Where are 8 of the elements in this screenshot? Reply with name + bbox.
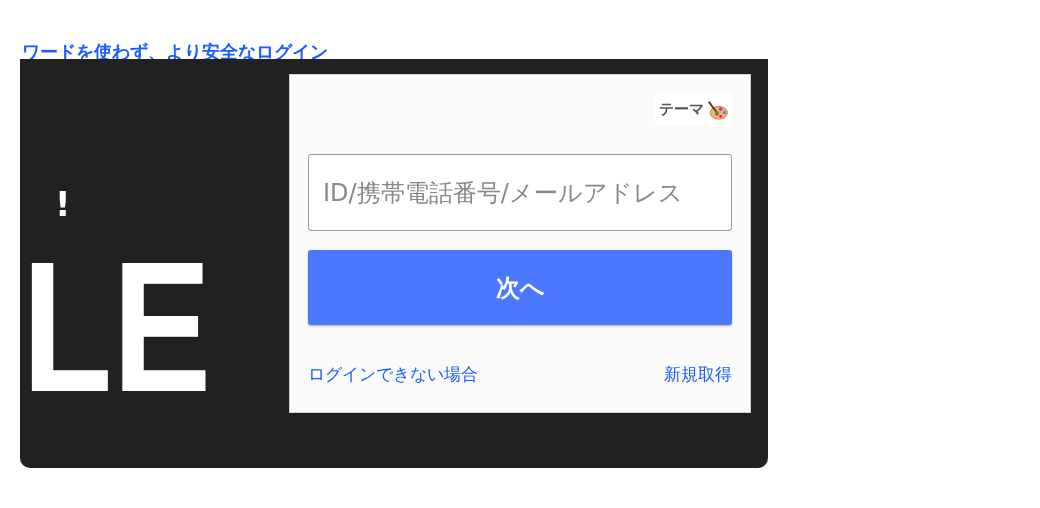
banner-text: ! bbox=[55, 187, 71, 221]
theme-button[interactable]: テーマ bbox=[655, 93, 732, 126]
link[interactable]: 新規取得 bbox=[664, 363, 732, 386]
palette-icon bbox=[706, 99, 728, 120]
link[interactable]: ログインできない場合 bbox=[308, 363, 478, 386]
id-field[interactable]: ID/携帯電話番号/メールアドレス bbox=[308, 154, 732, 231]
banner-title: LE bbox=[22, 235, 212, 420]
next-button[interactable]: 次へ bbox=[308, 250, 732, 325]
